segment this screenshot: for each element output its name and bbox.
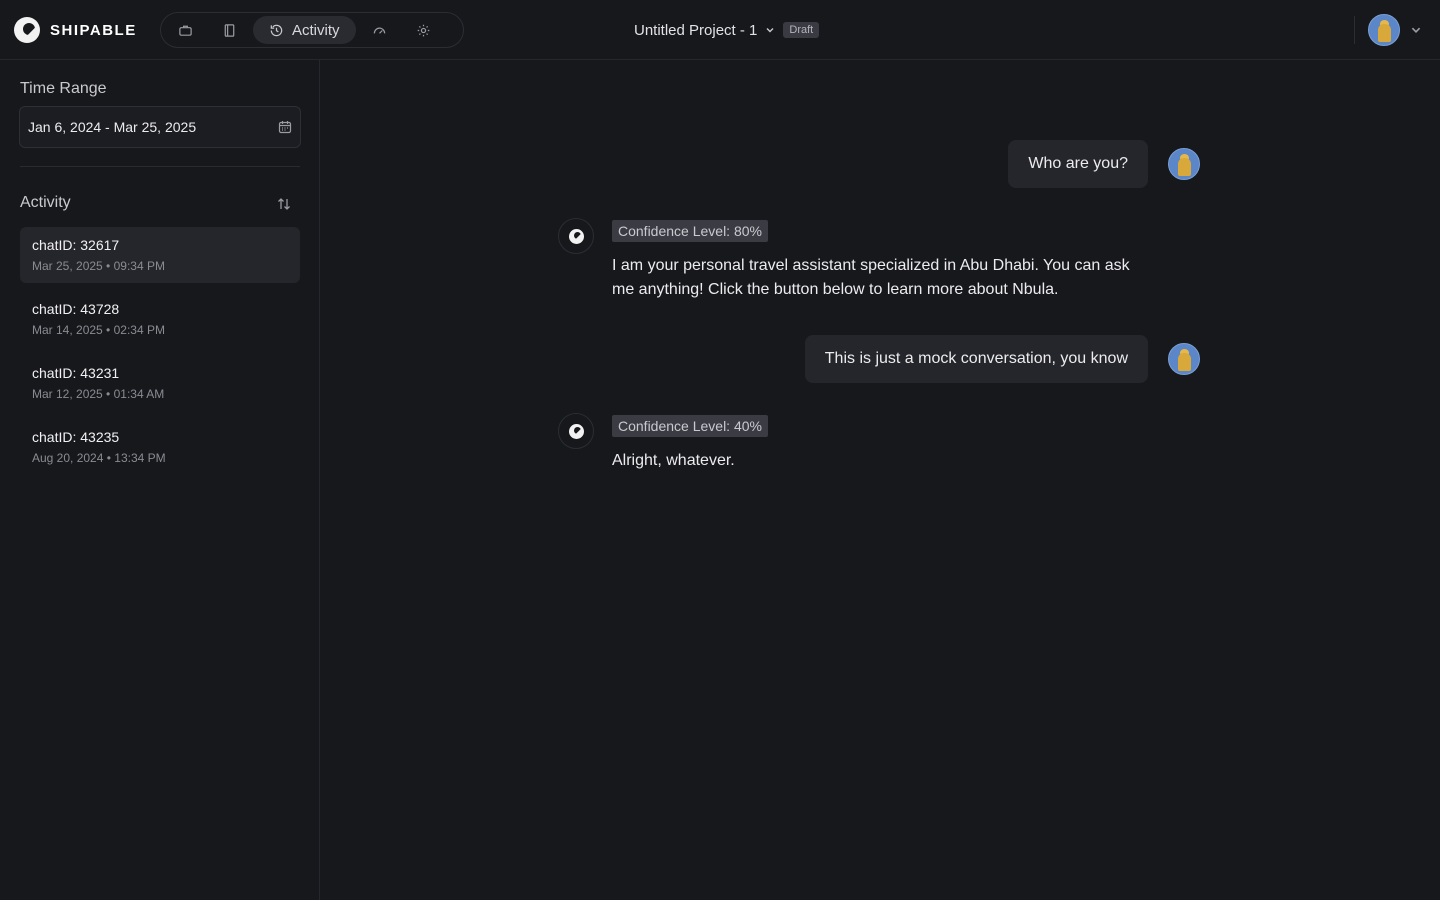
time-range-label: Time Range [20,80,107,97]
date-range-value: Jan 6, 2024 - Mar 25, 2025 [28,119,197,135]
sort-icon [278,198,290,210]
nav-settings-button[interactable] [404,16,444,44]
nav-activity-button[interactable]: Activity [253,16,356,44]
gear-icon [417,24,430,36]
chat-id: chatID: 43235 [32,429,120,445]
project-title: Untitled Project - 1 [634,21,758,39]
message-bubble: This is just a mock conversation, you kn… [804,335,1148,383]
bot-avatar-icon [558,218,594,254]
brand-logo[interactable]: SHIPABLE [14,16,137,44]
bot-message: Confidence Level: 40% Alright, whatever. [558,413,1132,473]
chat-timestamp: Mar 14, 2025 • 02:34 PM [32,323,165,337]
message-text: I am your personal travel assistant spec… [612,257,1130,298]
status-badge: Draft [783,22,820,38]
chat-timestamp: Mar 25, 2025 • 09:34 PM [32,259,165,273]
nav-activity-label: Activity [292,21,340,39]
activity-label: Activity [20,194,71,211]
nav-projects-button[interactable] [165,16,205,44]
nav-analytics-button[interactable] [360,16,400,44]
chat-timestamp: Aug 20, 2024 • 13:34 PM [32,451,166,465]
bot-message: Confidence Level: 80% I am your personal… [558,218,1132,302]
chat-id: chatID: 32617 [32,237,120,253]
chevron-down-icon [1411,27,1421,33]
avatar [1368,14,1400,46]
nav-docs-button[interactable] [209,16,249,44]
briefcase-icon [178,25,192,36]
bot-avatar-icon [558,413,594,449]
top-bar: SHIPABLE Activity Untitled Project - 1 D… [0,0,1440,60]
chat-timestamp: Mar 12, 2025 • 01:34 AM [32,387,165,401]
book-icon [224,23,234,37]
calendar-icon [278,121,292,134]
message-bubble: Who are you? [1008,140,1148,188]
chat-list: chatID: 32617 Mar 25, 2025 • 09:34 PM ch… [20,227,300,483]
sort-button[interactable] [274,194,294,214]
chat-list-item[interactable]: chatID: 43231 Mar 12, 2025 • 01:34 AM [20,355,300,411]
chevron-down-icon [766,28,774,33]
confidence-badge: Confidence Level: 80% [612,220,768,242]
avatar [1168,148,1200,180]
logo-icon [14,17,40,43]
user-message: This is just a mock conversation, you kn… [804,335,1200,383]
sidebar: Time Range Jan 6, 2024 - Mar 25, 2025 Ac… [0,60,320,900]
divider [1354,16,1355,44]
history-icon [270,24,283,36]
chat-list-item[interactable]: chatID: 32617 Mar 25, 2025 • 09:34 PM [20,227,300,283]
chat-id: chatID: 43728 [32,301,120,317]
chat-list-item[interactable]: chatID: 43728 Mar 14, 2025 • 02:34 PM [20,291,300,347]
gauge-icon [373,27,386,34]
message-text: Alright, whatever. [612,452,735,469]
user-message: Who are you? [1008,140,1200,188]
avatar [1168,343,1200,375]
conversation-pane: Who are you? Confidence Level: 80% I am … [320,60,1440,900]
divider [20,166,300,167]
brand-name: SHIPABLE [50,21,137,39]
confidence-badge: Confidence Level: 40% [612,415,768,437]
chat-list-item[interactable]: chatID: 43235 Aug 20, 2024 • 13:34 PM [20,419,300,475]
project-selector[interactable]: Untitled Project - 1 Draft [634,20,820,40]
user-menu[interactable] [1368,14,1422,46]
date-range-picker[interactable]: Jan 6, 2024 - Mar 25, 2025 [19,106,301,148]
main-nav: Activity [160,12,464,48]
chat-id: chatID: 43231 [32,365,120,381]
